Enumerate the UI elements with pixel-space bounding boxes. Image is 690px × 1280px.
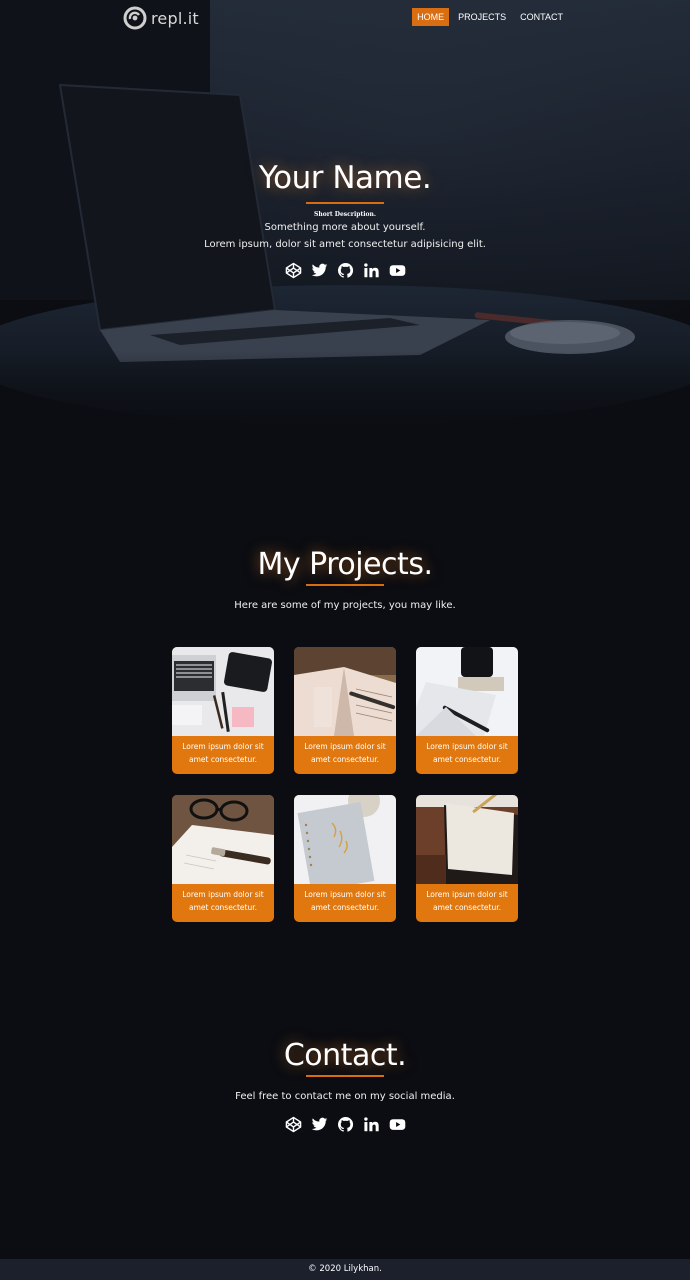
contact-subtitle: Feel free to contact me on my social med…	[235, 1091, 455, 1102]
youtube-icon[interactable]	[389, 262, 406, 279]
contact-title: Contact.	[283, 1038, 407, 1073]
projects-grid: Lorem ipsum dolor sit amet consectetur. …	[172, 647, 519, 922]
project-card[interactable]: Lorem ipsum dolor sit amet consectetur.	[294, 647, 396, 774]
hero-short-description: Short Description.	[314, 211, 376, 218]
codepen-icon[interactable]	[285, 262, 302, 279]
replit-logo-icon	[123, 6, 147, 30]
project-card-text: Lorem ipsum dolor sit amet consectetur.	[426, 890, 508, 912]
project-card-text: Lorem ipsum dolor sit amet consectetur.	[426, 742, 508, 764]
projects-section: My Projects. Here are some of my project…	[0, 547, 690, 922]
hero-social-links	[0, 262, 690, 279]
linkedin-icon[interactable]	[363, 1116, 380, 1133]
projects-title: My Projects.	[257, 547, 433, 582]
project-card[interactable]: Lorem ipsum dolor sit amet consectetur.	[416, 795, 518, 922]
github-icon[interactable]	[337, 262, 354, 279]
project-image	[172, 795, 274, 884]
hero-line-1: Something more about yourself.	[264, 222, 426, 233]
project-image	[172, 647, 274, 736]
nav-contact[interactable]: CONTACT	[515, 8, 568, 26]
project-card[interactable]: Lorem ipsum dolor sit amet consectetur.	[416, 647, 518, 774]
hero-title-underline	[306, 202, 384, 204]
twitter-icon[interactable]	[311, 1116, 328, 1133]
navbar: repl.it HOME PROJECTS CONTACT	[0, 0, 690, 36]
nav-projects[interactable]: PROJECTS	[453, 8, 511, 26]
project-image	[416, 795, 518, 884]
project-card-text: Lorem ipsum dolor sit amet consectetur.	[182, 890, 264, 912]
contact-social-links	[0, 1116, 690, 1133]
footer: © 2020 Lilykhan.	[0, 1259, 690, 1280]
contact-section: Contact. Feel free to contact me on my s…	[0, 1038, 690, 1133]
project-card-text: Lorem ipsum dolor sit amet consectetur.	[304, 742, 386, 764]
hero-section: repl.it HOME PROJECTS CONTACT Your Name.…	[0, 0, 690, 440]
project-card-text: Lorem ipsum dolor sit amet consectetur.	[182, 742, 264, 764]
project-image	[294, 647, 396, 736]
project-card[interactable]: Lorem ipsum dolor sit amet consectetur.	[172, 795, 274, 922]
hero-line-2: Lorem ipsum, dolor sit amet consectetur …	[204, 239, 486, 250]
twitter-icon[interactable]	[311, 262, 328, 279]
hero-fade	[0, 350, 690, 440]
nav-links: HOME PROJECTS CONTACT	[412, 8, 568, 26]
hero-content: Your Name. Short Description. Something …	[0, 160, 690, 279]
logo-text: repl.it	[151, 8, 199, 28]
github-icon[interactable]	[337, 1116, 354, 1133]
replit-logo[interactable]: repl.it	[123, 6, 199, 30]
project-card[interactable]: Lorem ipsum dolor sit amet consectetur.	[294, 795, 396, 922]
project-card[interactable]: Lorem ipsum dolor sit amet consectetur.	[172, 647, 274, 774]
youtube-icon[interactable]	[389, 1116, 406, 1133]
contact-title-underline	[306, 1075, 384, 1077]
projects-title-underline	[306, 584, 384, 586]
hero-title: Your Name.	[258, 160, 432, 196]
project-card-text: Lorem ipsum dolor sit amet consectetur.	[304, 890, 386, 912]
linkedin-icon[interactable]	[363, 262, 380, 279]
projects-subtitle: Here are some of my projects, you may li…	[234, 600, 456, 611]
footer-copyright: © 2020 Lilykhan.	[308, 1264, 382, 1274]
project-image	[294, 795, 396, 884]
nav-home[interactable]: HOME	[412, 8, 450, 26]
project-image	[416, 647, 518, 736]
codepen-icon[interactable]	[285, 1116, 302, 1133]
